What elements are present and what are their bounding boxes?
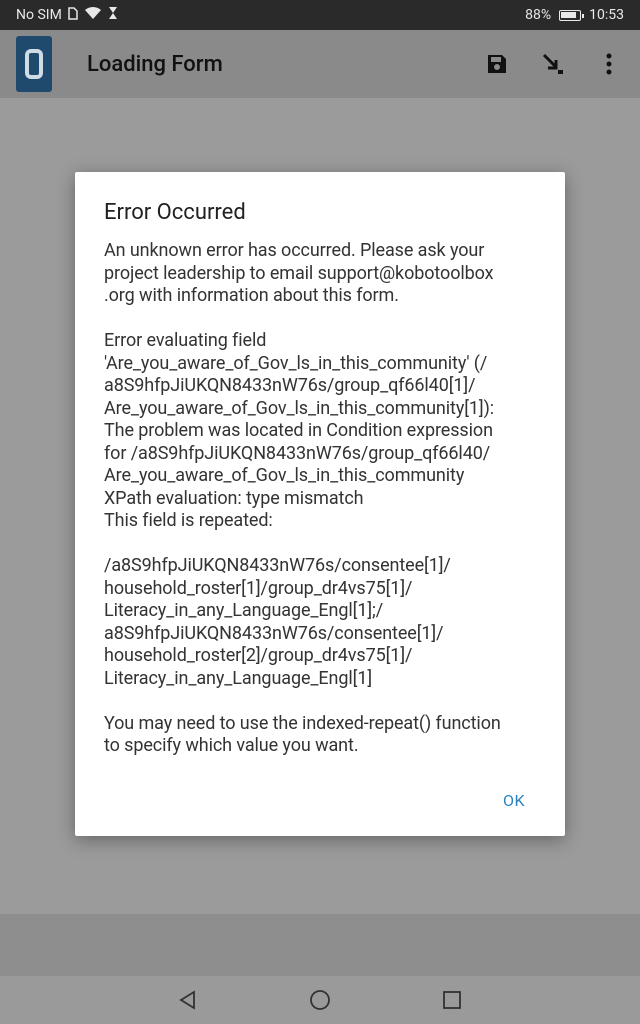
app-logo-icon — [16, 36, 52, 92]
battery-percent: 88% — [525, 7, 552, 23]
status-bar: No SIM 88% 10:53 — [0, 0, 640, 30]
dialog-title: Error Occurred — [104, 200, 246, 225]
app-logo-mark — [25, 49, 43, 79]
more-vert-icon[interactable] — [596, 51, 622, 77]
status-right: 88% 10:53 — [525, 7, 624, 23]
jump-arrow-icon[interactable] — [540, 51, 566, 77]
sim-card-icon — [68, 6, 78, 24]
ok-button[interactable]: OK — [503, 791, 525, 810]
save-icon[interactable] — [484, 51, 510, 77]
battery-fill — [561, 11, 577, 18]
home-circle-icon[interactable] — [308, 988, 332, 1012]
app-bar: Loading Form — [0, 30, 640, 98]
status-left: No SIM — [16, 6, 118, 24]
nav-bar — [0, 976, 640, 1024]
page-title: Loading Form — [87, 51, 223, 77]
wifi-icon — [84, 6, 102, 24]
app-actions — [484, 51, 624, 77]
clock: 10:53 — [589, 7, 624, 23]
back-triangle-icon[interactable] — [176, 988, 200, 1012]
hourglass-icon — [108, 6, 118, 24]
bottom-bar — [0, 914, 640, 976]
error-dialog: Error Occurred An unknown error has occu… — [75, 172, 565, 836]
battery-icon — [559, 9, 585, 21]
carrier-label: No SIM — [16, 7, 62, 23]
dialog-message: An unknown error has occurred. Please as… — [104, 240, 501, 756]
recents-square-icon[interactable] — [440, 988, 464, 1012]
